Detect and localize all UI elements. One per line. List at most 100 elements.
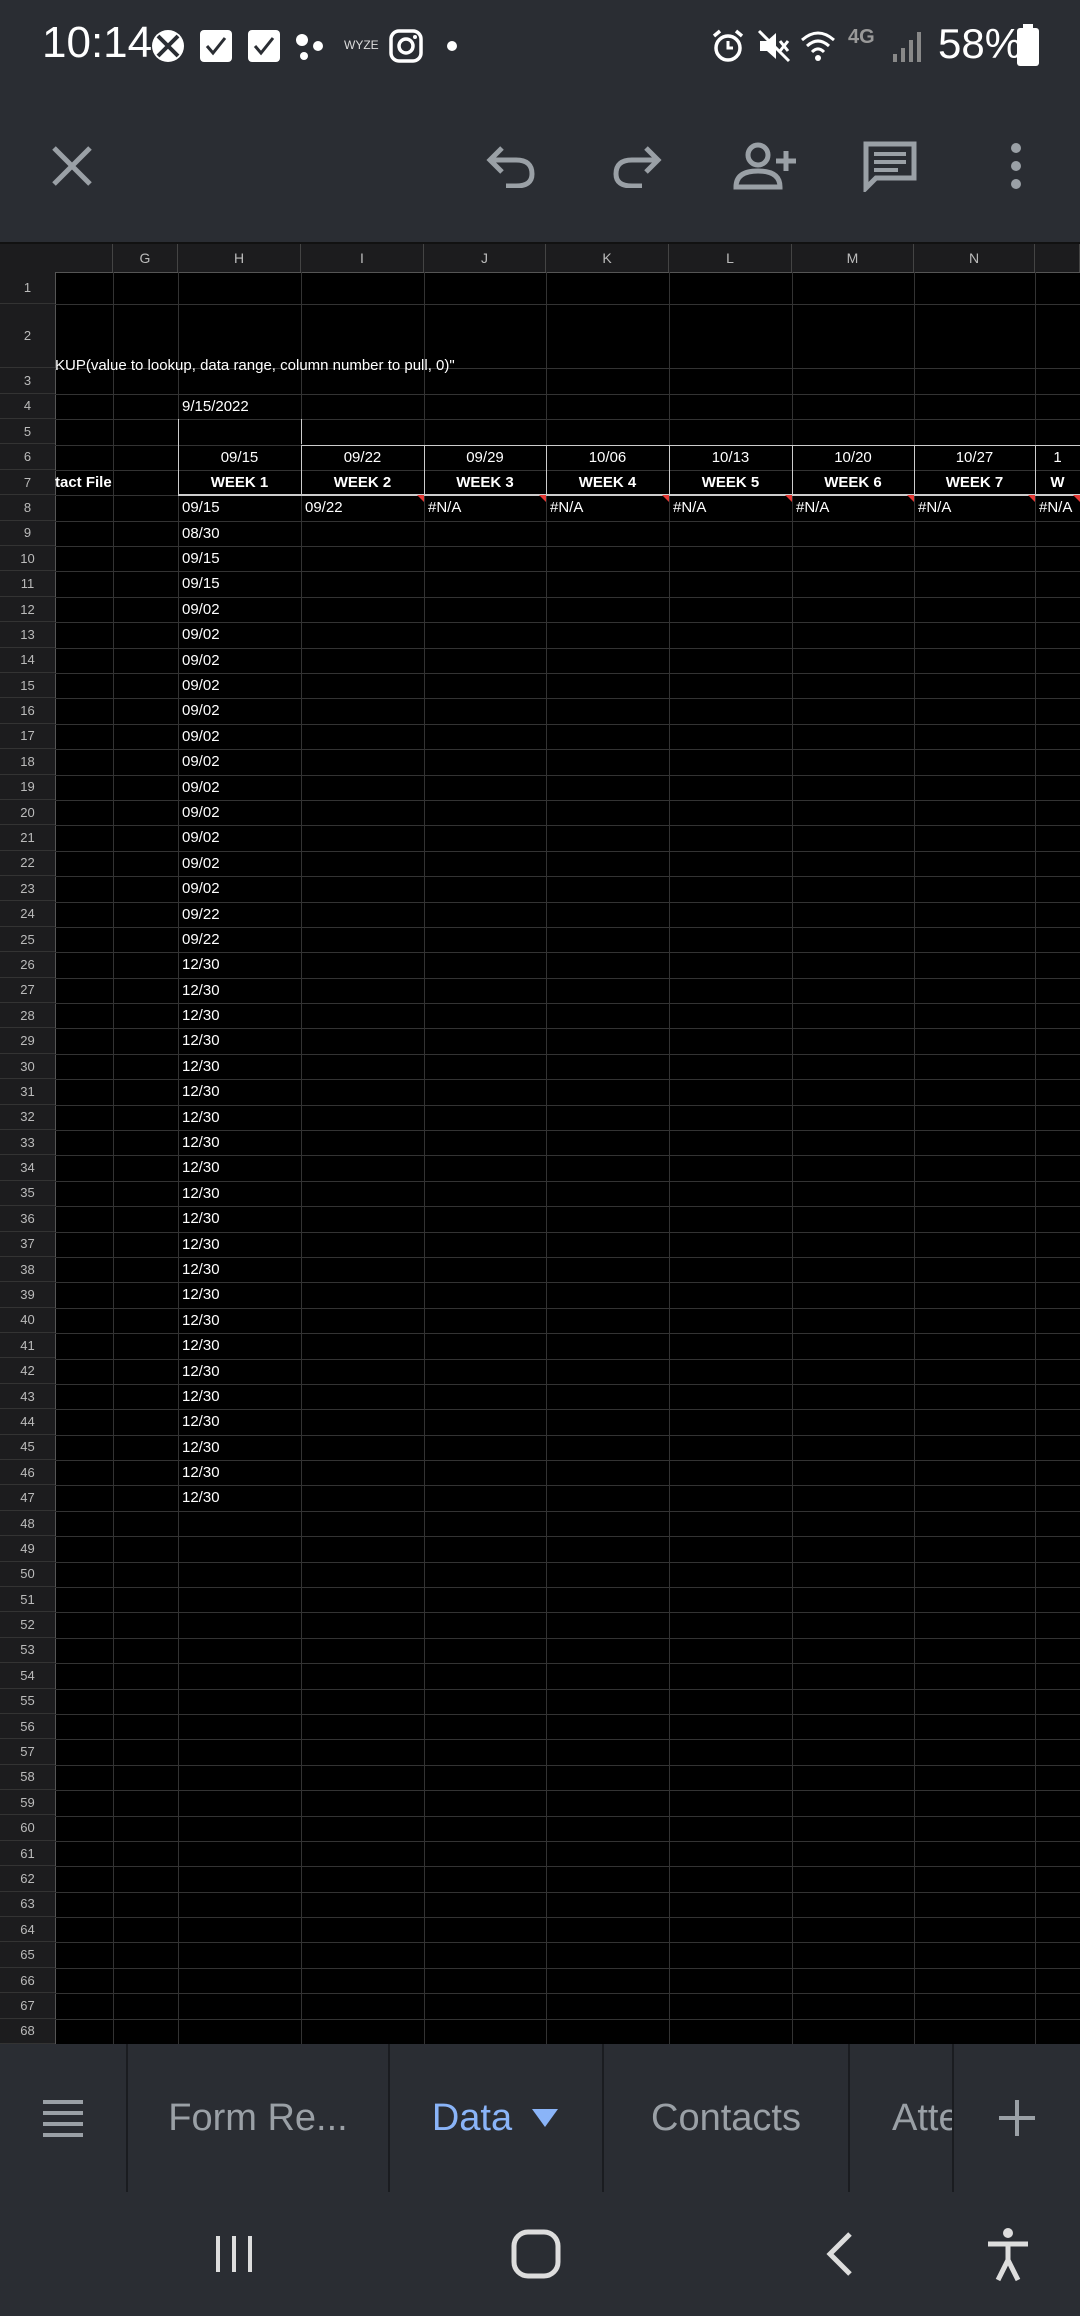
cell-h[interactable]: 12/30 (182, 1485, 220, 1510)
cell-h[interactable]: 09/02 (182, 825, 220, 850)
row-header[interactable]: 66 (0, 1968, 55, 1994)
cell-h[interactable]: 09/02 (182, 851, 220, 876)
accessibility-button[interactable] (968, 2214, 1048, 2294)
week-value[interactable]: 09/15 (182, 495, 220, 520)
row-header[interactable]: 33 (0, 1130, 55, 1156)
cell-h[interactable]: 09/02 (182, 648, 220, 673)
row-header[interactable]: 53 (0, 1638, 55, 1664)
row-header[interactable]: 41 (0, 1333, 55, 1359)
week-date[interactable]: 10/13 (669, 445, 792, 470)
home-button[interactable] (496, 2214, 576, 2294)
row-header[interactable]: 55 (0, 1689, 55, 1714)
cell-h[interactable]: 09/02 (182, 800, 220, 825)
row-header[interactable]: 57 (0, 1739, 55, 1765)
cell-h[interactable]: 09/15 (182, 546, 220, 571)
row-header[interactable]: 22 (0, 851, 55, 877)
week-date[interactable]: 1 (1035, 445, 1080, 470)
row-header[interactable]: 61 (0, 1841, 55, 1867)
row-header[interactable]: 17 (0, 724, 55, 750)
week-date[interactable]: 10/27 (914, 445, 1035, 470)
spreadsheet-grid[interactable]: GHIJKLMN 1 2 3 4 5 6 7 8 9 10 11 12 13 14 15 16 17 18 19 20… (0, 242, 1080, 2044)
cell-h[interactable]: 12/30 (182, 1130, 220, 1155)
cell-h[interactable]: 12/30 (182, 978, 220, 1003)
row-header[interactable]: 11 (0, 571, 55, 597)
cell-h[interactable]: 09/02 (182, 597, 220, 622)
week-label[interactable]: W (1035, 470, 1080, 495)
column-header-f[interactable] (55, 244, 113, 272)
row-header[interactable]: 56 (0, 1714, 55, 1740)
cell-h[interactable]: 12/30 (182, 1232, 220, 1257)
cell-h[interactable]: 09/02 (182, 673, 220, 698)
row-header[interactable]: 39 (0, 1282, 55, 1308)
row-header[interactable]: 49 (0, 1536, 55, 1562)
tab-contacts[interactable]: Contacts (604, 2044, 850, 2192)
row-header[interactable]: 47 (0, 1485, 55, 1511)
week-value[interactable]: #N/A (428, 495, 461, 520)
row-header[interactable]: 8 (0, 495, 55, 521)
week-date[interactable]: 10/06 (546, 445, 669, 470)
cell-h[interactable]: 12/30 (182, 1384, 220, 1409)
week-label[interactable]: WEEK 7 (914, 470, 1035, 495)
column-header-l[interactable]: L (669, 244, 792, 272)
row-header[interactable]: 2 (0, 304, 55, 369)
row-header[interactable]: 29 (0, 1028, 55, 1054)
row-header[interactable]: 64 (0, 1917, 55, 1943)
row-header[interactable]: 51 (0, 1587, 55, 1613)
row-header[interactable]: 35 (0, 1181, 55, 1207)
cell-h[interactable]: 12/30 (182, 952, 220, 977)
week-date[interactable]: 09/15 (178, 445, 301, 470)
row-header[interactable]: 5 (0, 419, 55, 445)
tab-data[interactable]: Data (390, 2044, 604, 2192)
row-header[interactable]: 7 (0, 470, 55, 496)
cell-h[interactable]: 12/30 (182, 1282, 220, 1307)
cell-h[interactable]: 12/30 (182, 1409, 220, 1434)
column-header-g[interactable]: G (113, 244, 178, 272)
cell-h[interactable]: 12/30 (182, 1206, 220, 1231)
week-label[interactable]: WEEK 2 (301, 470, 424, 495)
week-label[interactable]: WEEK 6 (792, 470, 914, 495)
cell-h[interactable]: 12/30 (182, 1079, 220, 1104)
row-header[interactable]: 10 (0, 546, 55, 572)
more-options-button[interactable] (980, 130, 1052, 202)
cell-h[interactable]: 12/30 (182, 1308, 220, 1333)
row-header[interactable]: 50 (0, 1562, 55, 1587)
row-header[interactable]: 27 (0, 978, 55, 1004)
cell-h[interactable]: 09/15 (182, 571, 220, 596)
cell-h[interactable]: 12/30 (182, 1181, 220, 1206)
cell-h[interactable]: 12/30 (182, 1028, 220, 1053)
row-header[interactable]: 30 (0, 1054, 55, 1080)
row-header[interactable]: 62 (0, 1866, 55, 1892)
row-header[interactable]: 67 (0, 1993, 55, 2019)
row-header[interactable]: 15 (0, 673, 55, 699)
row-header[interactable]: 6 (0, 445, 55, 470)
row-header[interactable]: 45 (0, 1435, 55, 1461)
tab-attendance[interactable]: Atte (850, 2044, 954, 2192)
row-header[interactable]: 9 (0, 521, 55, 547)
contact-file-label[interactable]: tact File (55, 470, 112, 495)
cell-h[interactable]: 08/30 (182, 521, 220, 546)
column-header-n[interactable]: N (914, 244, 1035, 272)
comments-button[interactable] (854, 130, 926, 202)
row-header[interactable]: 32 (0, 1105, 55, 1130)
row-header[interactable]: 23 (0, 876, 55, 902)
cell-h[interactable]: 09/22 (182, 902, 220, 927)
cell-h[interactable]: 12/30 (182, 1333, 220, 1358)
row-header[interactable]: 44 (0, 1409, 55, 1435)
row-header[interactable]: 24 (0, 902, 55, 927)
row-header[interactable]: 14 (0, 648, 55, 673)
cell-h[interactable]: 12/30 (182, 1435, 220, 1460)
row-header[interactable]: 63 (0, 1892, 55, 1918)
row-header[interactable]: 65 (0, 1942, 55, 1968)
redo-button[interactable] (600, 130, 672, 202)
cell-h[interactable]: 09/02 (182, 749, 220, 774)
row-header[interactable]: 34 (0, 1155, 55, 1181)
cell-h[interactable]: 12/30 (182, 1054, 220, 1079)
cell-h[interactable]: 12/30 (182, 1105, 220, 1130)
tab-form-responses[interactable]: Form Re... (128, 2044, 390, 2192)
row-header[interactable]: 21 (0, 825, 55, 851)
column-header-k[interactable]: K (546, 244, 669, 272)
formula-text[interactable]: KUP(value to lookup, data range, column … (55, 334, 455, 398)
cell-h[interactable]: 12/30 (182, 1257, 220, 1282)
row-header[interactable]: 68 (0, 2019, 55, 2044)
column-header-h[interactable]: H (178, 244, 301, 272)
